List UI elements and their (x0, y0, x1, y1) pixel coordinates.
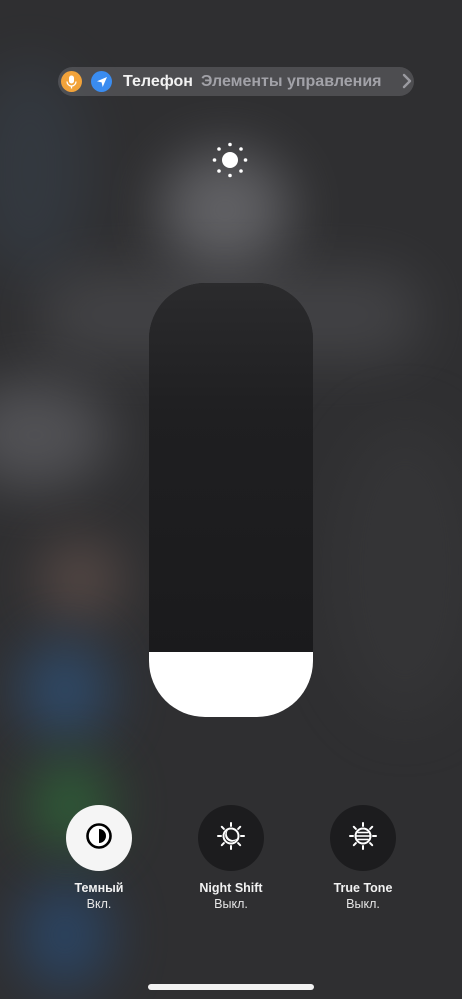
dark-mode-icon (85, 822, 113, 855)
location-arrow-icon (91, 71, 112, 92)
home-indicator[interactable] (148, 984, 314, 990)
dark-mode-state: Вкл. (86, 897, 112, 911)
night-shift-state: Выкл. (214, 897, 248, 911)
true-tone-state: Выкл. (346, 897, 380, 911)
pill-app-name: Телефон (123, 73, 193, 90)
true-tone-control[interactable]: True Tone Выкл. (303, 805, 423, 911)
brightness-slider[interactable] (149, 283, 313, 717)
true-tone-icon (348, 821, 378, 856)
pill-section-label: Элементы управления (201, 73, 382, 90)
chevron-right-icon (402, 72, 412, 95)
dark-mode-button[interactable] (66, 805, 132, 871)
night-shift-button[interactable] (198, 805, 264, 871)
true-tone-title: True Tone (333, 881, 393, 895)
night-shift-control[interactable]: Night Shift Выкл. (171, 805, 291, 911)
night-shift-title: Night Shift (199, 881, 263, 895)
brightness-slider-fill (149, 651, 313, 717)
microphone-icon (61, 71, 82, 92)
sun-icon (210, 140, 250, 180)
night-shift-icon (216, 821, 246, 856)
true-tone-button[interactable] (330, 805, 396, 871)
privacy-indicator-pill[interactable]: Телефон Элементы управления (58, 67, 414, 96)
dark-mode-title: Темный (74, 881, 124, 895)
dark-mode-control[interactable]: Темный Вкл. (39, 805, 159, 911)
